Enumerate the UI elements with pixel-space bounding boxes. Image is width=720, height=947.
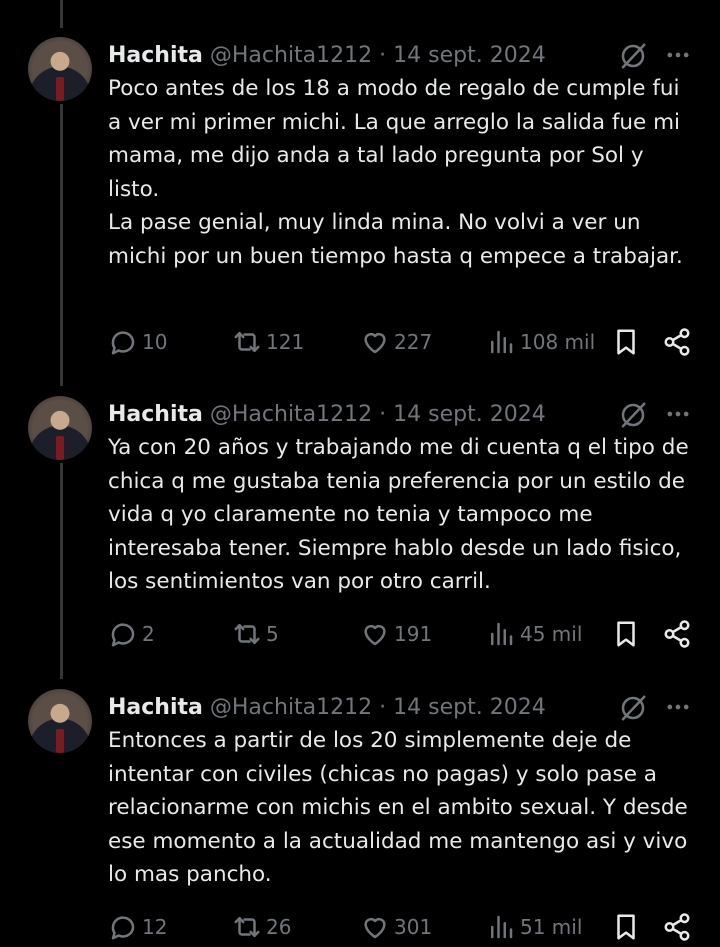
repost-count: 121 [266,330,305,354]
tweet-text: Ya con 20 años y trabajando me di cuenta… [108,435,696,594]
timestamp[interactable]: 14 sept. 2024 [393,695,546,720]
bookmark-icon [617,329,635,355]
separator: · [379,43,387,68]
like-button[interactable]: 191 [360,614,432,654]
tweet[interactable]: Hachita @Hachita1212 · 14 sept. 2024 Poc… [0,37,720,377]
share-button[interactable] [662,907,692,947]
tweet-header: Hachita @Hachita1212 · 14 sept. 2024 [108,402,546,427]
views-icon [491,330,513,354]
bookmark-button[interactable] [611,907,641,947]
tweet-text: Poco antes de los 18 a modo de regalo de… [108,76,683,269]
heart-icon [364,918,386,939]
timestamp[interactable]: 14 sept. 2024 [393,43,546,68]
views-count: 51 mil [520,915,583,939]
tweet[interactable]: Hachita @Hachita1212 · 14 sept. 2024 Ya … [0,396,720,676]
reply-button[interactable]: 2 [108,614,155,654]
like-button[interactable]: 227 [360,322,432,362]
display-name[interactable]: Hachita [108,402,203,427]
thread-line-top [60,0,63,28]
tweet-header: Hachita @Hachita1212 · 14 sept. 2024 [108,43,546,68]
share-button[interactable] [662,322,692,362]
repost-button[interactable]: 5 [232,614,279,654]
separator: · [379,695,387,720]
reply-icon [111,331,135,355]
repost-button[interactable]: 121 [232,322,304,362]
more-icon[interactable] [664,693,692,721]
views-button[interactable]: 108 mil [486,322,595,362]
bookmark-icon [617,621,635,647]
reply-button[interactable]: 10 [108,322,167,362]
bookmark-icon [617,914,635,940]
views-count: 45 mil [520,622,583,646]
avatar[interactable] [28,396,92,460]
reply-button[interactable]: 12 [108,907,167,947]
repost-count: 26 [266,915,292,939]
grok-icon[interactable] [618,41,648,71]
repost-button[interactable]: 26 [232,907,291,947]
share-icon [664,328,690,356]
action-bar: 2 5 191 45 mil [0,614,720,654]
display-name[interactable]: Hachita [108,43,203,68]
repost-icon [234,624,260,644]
reply-icon [111,623,135,647]
avatar[interactable] [28,689,92,753]
handle[interactable]: @Hachita1212 [210,43,372,68]
grok-icon[interactable] [618,400,648,430]
heart-icon [364,333,386,354]
more-icon[interactable] [664,41,692,69]
views-count: 108 mil [520,330,596,354]
avatar[interactable] [28,37,92,101]
bookmark-button[interactable] [611,614,641,654]
action-bar: 10 121 227 108 mil [0,322,720,362]
tweet-header: Hachita @Hachita1212 · 14 sept. 2024 [108,695,546,720]
separator: · [379,402,387,427]
reply-count: 2 [142,622,155,646]
bookmark-button[interactable] [611,322,641,362]
like-button[interactable]: 301 [360,907,432,947]
handle[interactable]: @Hachita1212 [210,402,372,427]
repost-icon [234,917,260,937]
share-icon [664,913,690,941]
like-count: 191 [394,622,433,646]
reply-count: 12 [142,915,168,939]
reply-count: 10 [142,330,168,354]
heart-icon [364,625,386,646]
grok-icon[interactable] [618,693,648,723]
share-button[interactable] [662,614,692,654]
display-name[interactable]: Hachita [108,695,203,720]
tweet-text: Entonces a partir de los 20 simplemente … [108,728,695,887]
views-button[interactable]: 51 mil [486,907,582,947]
repost-icon [234,332,260,352]
share-icon [664,620,690,648]
timestamp[interactable]: 14 sept. 2024 [393,402,546,427]
like-count: 301 [394,915,433,939]
tweet[interactable]: Hachita @Hachita1212 · 14 sept. 2024 Ent… [0,689,720,941]
action-bar: 12 26 301 51 mil [0,907,720,947]
handle[interactable]: @Hachita1212 [210,695,372,720]
views-button[interactable]: 45 mil [486,614,582,654]
more-icon[interactable] [664,400,692,428]
views-icon [491,915,513,939]
repost-count: 5 [266,622,279,646]
reply-icon [111,916,135,940]
like-count: 227 [394,330,433,354]
views-icon [491,622,513,646]
